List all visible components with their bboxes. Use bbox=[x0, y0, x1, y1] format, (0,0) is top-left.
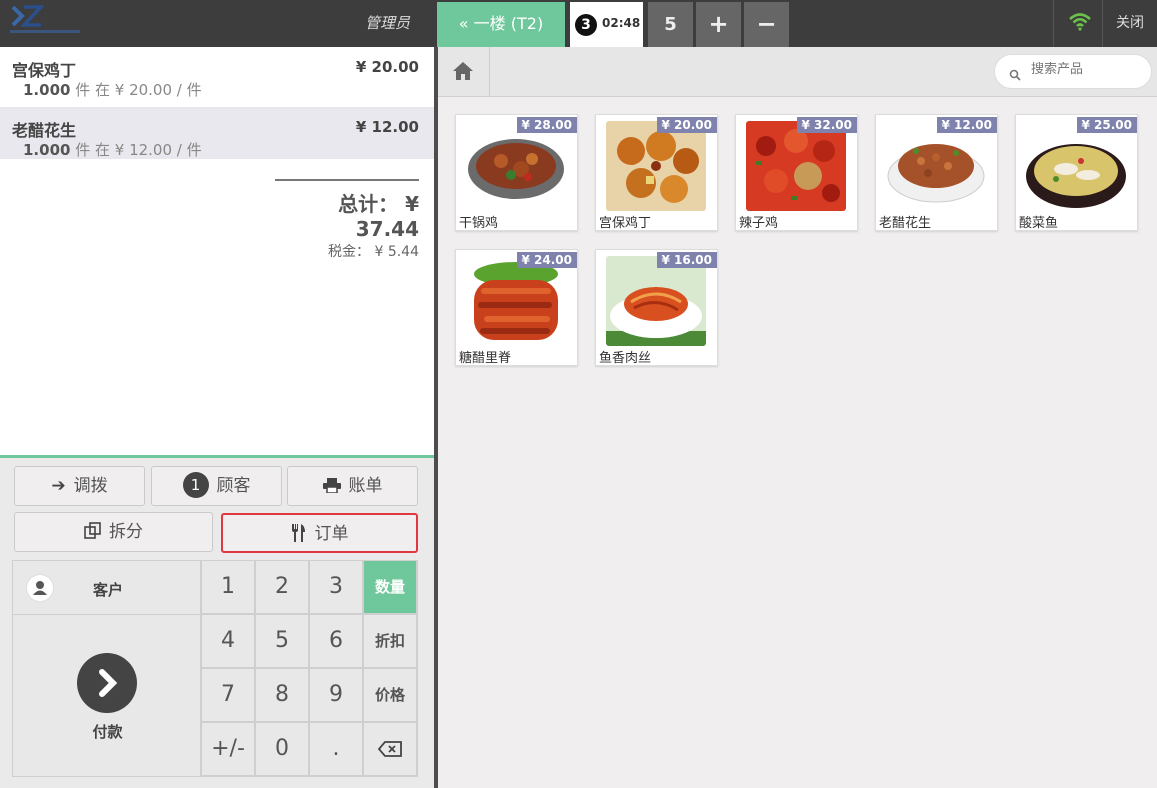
numpad-key-4[interactable]: 4 bbox=[201, 614, 255, 668]
split-button[interactable]: 拆分 bbox=[14, 512, 213, 552]
product-image bbox=[606, 256, 706, 346]
orderline-info: 1.000 件 在 ¥ 12.00 / 件 bbox=[23, 139, 202, 160]
remove-order-button[interactable]: − bbox=[744, 2, 789, 47]
orderline-price: ¥ 20.00 bbox=[355, 58, 419, 76]
product-price-tag: ¥ 25.00 bbox=[1076, 117, 1137, 133]
order-tax: 税金： ¥ 5.44 bbox=[328, 244, 419, 260]
home-category-button[interactable] bbox=[438, 47, 490, 97]
bill-label: 账单 bbox=[348, 476, 383, 496]
close-button[interactable]: 关闭 bbox=[1103, 0, 1157, 47]
product-name: 酸菜鱼 bbox=[1019, 216, 1059, 231]
product-image bbox=[746, 121, 846, 211]
search-icon bbox=[1009, 66, 1021, 85]
add-order-button[interactable]: + bbox=[696, 2, 741, 47]
product-image bbox=[466, 256, 566, 346]
orderline-selected[interactable]: 老醋花生 ¥ 12.00 1.000 件 在 ¥ 12.00 / 件 bbox=[0, 107, 434, 159]
numpad-key-5[interactable]: 5 bbox=[255, 614, 309, 668]
arrow-right-icon: ➔ bbox=[51, 476, 66, 496]
backspace-icon bbox=[377, 736, 402, 761]
product-price-tag: ¥ 28.00 bbox=[516, 117, 577, 133]
product-card[interactable]: ¥ 28.00 干锅鸡 bbox=[455, 114, 578, 231]
product-image bbox=[606, 121, 706, 211]
product-card[interactable]: ¥ 20.00 宫保鸡丁 bbox=[595, 114, 718, 231]
copy-icon bbox=[84, 513, 101, 551]
orderline-qty: 1.000 bbox=[23, 141, 71, 159]
order-summary: 总计： ¥ 37.44 税金： ¥ 5.44 bbox=[275, 179, 419, 261]
printer-icon bbox=[322, 467, 341, 505]
product-name: 辣子鸡 bbox=[739, 216, 779, 231]
order-button[interactable]: 订单 bbox=[221, 513, 418, 553]
payment-button[interactable]: 付款 bbox=[12, 614, 201, 777]
numpad-key-8[interactable]: 8 bbox=[255, 668, 309, 722]
product-card[interactable]: ¥ 16.00 鱼香肉丝 bbox=[595, 249, 718, 366]
product-price-tag: ¥ 32.00 bbox=[796, 117, 857, 133]
product-image bbox=[1026, 121, 1126, 211]
order-time: 02:48 bbox=[602, 16, 641, 30]
orderline-unit: 件 在 ¥ 20.00 / 件 bbox=[70, 81, 202, 99]
product-name: 宫保鸡丁 bbox=[599, 216, 652, 231]
transfer-button[interactable]: ➔ 调拨 bbox=[14, 466, 145, 506]
product-card[interactable]: ¥ 32.00 辣子鸡 bbox=[735, 114, 858, 231]
order-label: 订单 bbox=[314, 524, 349, 544]
transfer-label: 调拨 bbox=[73, 476, 108, 496]
product-price-tag: ¥ 24.00 bbox=[516, 252, 577, 268]
chevron-right-icon bbox=[77, 653, 137, 713]
numpad-key-2[interactable]: 2 bbox=[255, 560, 309, 614]
numpad-key-1[interactable]: 1 bbox=[201, 560, 255, 614]
customer-label: 客户 bbox=[93, 581, 124, 599]
numpad-key-7[interactable]: 7 bbox=[201, 668, 255, 722]
numpad-key-plus-minus[interactable]: +/- bbox=[201, 722, 255, 776]
customer-button[interactable]: 客户 bbox=[12, 560, 201, 615]
order-tab-count[interactable]: 5 bbox=[648, 2, 693, 47]
pane-divider bbox=[434, 47, 438, 788]
product-card[interactable]: ¥ 24.00 糖醋里脊 bbox=[455, 249, 578, 366]
order-number-badge: 3 bbox=[575, 14, 597, 36]
cashier-name[interactable]: 管理员 bbox=[300, 0, 410, 47]
product-image bbox=[466, 121, 566, 211]
orderline-qty: 1.000 bbox=[23, 81, 71, 99]
product-name: 糖醋里脊 bbox=[459, 351, 512, 366]
orderline-info: 1.000 件 在 ¥ 20.00 / 件 bbox=[23, 79, 202, 100]
product-name: 老醋花生 bbox=[879, 216, 932, 231]
product-price-tag: ¥ 20.00 bbox=[656, 117, 717, 133]
order-total: 总计： ¥ 37.44 bbox=[338, 192, 419, 241]
mode-quantity-button[interactable]: 数量 bbox=[363, 560, 417, 614]
product-card[interactable]: ¥ 12.00 老醋花生 bbox=[875, 114, 998, 231]
back-to-floor-button[interactable]: « 一楼 (T2) bbox=[437, 2, 565, 47]
orderline-name: 老醋花生 bbox=[12, 121, 77, 140]
numpad-key-6[interactable]: 6 bbox=[309, 614, 363, 668]
payment-label: 付款 bbox=[92, 723, 123, 741]
numpad-key-9[interactable]: 9 bbox=[309, 668, 363, 722]
orderline[interactable]: 宫保鸡丁 ¥ 20.00 1.000 件 在 ¥ 20.00 / 件 bbox=[0, 47, 434, 99]
wifi-status-icon bbox=[1053, 0, 1103, 47]
cutlery-icon bbox=[291, 515, 307, 553]
numpad-key-3[interactable]: 3 bbox=[309, 560, 363, 614]
search-input[interactable] bbox=[1031, 62, 1141, 77]
guest-count-badge: 1 bbox=[182, 471, 209, 498]
numpad-key-0[interactable]: 0 bbox=[255, 722, 309, 776]
guests-button[interactable]: 1 顾客 bbox=[151, 466, 282, 506]
orderline-name: 宫保鸡丁 bbox=[12, 61, 77, 80]
bill-button[interactable]: 账单 bbox=[287, 466, 418, 506]
top-bar: 管理员 « 一楼 (T2) 3 02:48 5 + − 关闭 bbox=[0, 0, 1157, 47]
orderline-price: ¥ 12.00 bbox=[355, 118, 419, 136]
product-card[interactable]: ¥ 25.00 酸菜鱼 bbox=[1015, 114, 1138, 231]
product-name: 干锅鸡 bbox=[459, 216, 499, 231]
company-logo bbox=[10, 5, 80, 39]
numpad-key-dot[interactable]: . bbox=[309, 722, 363, 776]
product-price-tag: ¥ 12.00 bbox=[936, 117, 997, 133]
orderline-unit: 件 在 ¥ 12.00 / 件 bbox=[70, 141, 202, 159]
product-toolbar bbox=[438, 47, 1157, 97]
split-label: 拆分 bbox=[109, 522, 143, 542]
product-image bbox=[886, 121, 986, 211]
product-name: 鱼香肉丝 bbox=[599, 351, 652, 366]
product-price-tag: ¥ 16.00 bbox=[656, 252, 717, 268]
guests-label: 顾客 bbox=[216, 476, 251, 496]
mode-price-button[interactable]: 价格 bbox=[363, 668, 417, 722]
mode-discount-button[interactable]: 折扣 bbox=[363, 614, 417, 668]
user-avatar-icon bbox=[26, 574, 54, 602]
backspace-button[interactable] bbox=[363, 722, 417, 776]
order-tab[interactable]: 3 02:48 bbox=[570, 2, 643, 47]
search-box[interactable] bbox=[994, 54, 1152, 89]
